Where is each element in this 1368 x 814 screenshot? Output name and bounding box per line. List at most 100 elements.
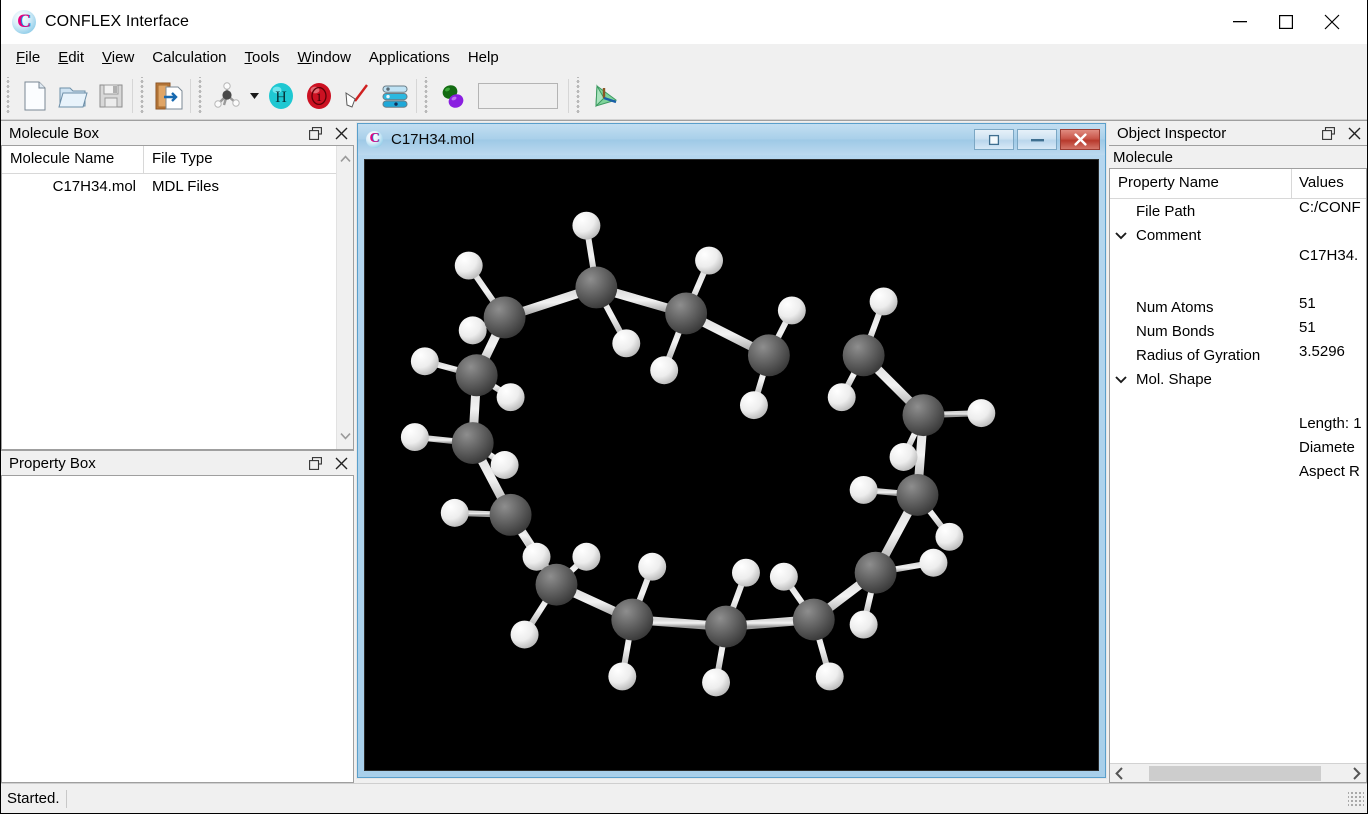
mdi-restore-button[interactable] bbox=[974, 129, 1014, 150]
mdi-close-button[interactable] bbox=[1060, 129, 1100, 150]
hydrogen-atom-icon[interactable]: H bbox=[262, 76, 300, 116]
coordinate-axes-icon[interactable] bbox=[586, 76, 624, 116]
molecule-3d-viewport[interactable] bbox=[364, 159, 1099, 771]
toolbar-text-input[interactable] bbox=[478, 82, 558, 109]
list-item[interactable]: File Path C:/CONF bbox=[1110, 199, 1366, 223]
property-box-float-button[interactable] bbox=[302, 451, 328, 475]
list-item[interactable] bbox=[1110, 271, 1366, 295]
list-item[interactable]: Radius of Gyration 3.5296 bbox=[1110, 343, 1366, 367]
molecule-box-panel: Molecule Box Molecule Name File Type C17… bbox=[1, 120, 354, 450]
mdi-child-window[interactable]: C C17H34.mol bbox=[357, 123, 1106, 778]
orbital-lobes-icon[interactable] bbox=[434, 76, 472, 116]
menu-help[interactable]: Help bbox=[459, 46, 508, 70]
property-label: Mol. Shape bbox=[1136, 370, 1212, 388]
menu-window[interactable]: Window bbox=[289, 46, 360, 70]
chevron-down-icon[interactable] bbox=[246, 76, 262, 116]
mdi-minimize-button[interactable] bbox=[1017, 129, 1057, 150]
molecule-box-close-button[interactable] bbox=[328, 121, 354, 145]
status-message: Started. bbox=[7, 790, 60, 807]
new-document-icon[interactable] bbox=[16, 76, 54, 116]
list-item[interactable]: Aspect R bbox=[1110, 463, 1366, 487]
object-inspector-close-button[interactable] bbox=[1341, 121, 1367, 145]
object-inspector-horizontal-scrollbar[interactable] bbox=[1110, 763, 1366, 782]
object-inspector-title: Object Inspector bbox=[1117, 124, 1227, 142]
property-box-close-button[interactable] bbox=[328, 451, 354, 475]
property-value: Aspect R bbox=[1299, 463, 1360, 480]
conflex-c-logo-icon: C bbox=[366, 131, 383, 148]
list-item[interactable]: Num Atoms 51 bbox=[1110, 295, 1366, 319]
scrollbar-thumb[interactable] bbox=[1149, 765, 1321, 781]
menu-view[interactable]: View bbox=[93, 46, 143, 70]
toolbar-grip-4[interactable] bbox=[422, 76, 431, 115]
menu-file[interactable]: File bbox=[7, 46, 49, 70]
molecule-box-title: Molecule Box bbox=[9, 124, 100, 142]
mdi-area: C C17H34.mol bbox=[354, 120, 1109, 783]
menu-applications[interactable]: Applications bbox=[360, 46, 459, 70]
cell-file-type: MDL Files bbox=[152, 178, 219, 195]
chevron-left-icon[interactable] bbox=[1110, 766, 1129, 780]
cell-molecule-name: C17H34.mol bbox=[52, 178, 136, 195]
property-value bbox=[1292, 367, 1366, 391]
mdi-title-bar[interactable]: C C17H34.mol bbox=[358, 124, 1105, 155]
molecule-box-vertical-scrollbar[interactable] bbox=[336, 146, 353, 449]
measure-bond-icon[interactable] bbox=[338, 76, 376, 116]
property-value: Length: 1 bbox=[1299, 415, 1362, 432]
list-item[interactable]: Diamete bbox=[1110, 439, 1366, 463]
molecule-tetrahedral-icon[interactable] bbox=[208, 76, 246, 116]
property-label: Num Atoms bbox=[1136, 298, 1214, 316]
menu-bar: File Edit View Calculation Tools Window … bbox=[1, 44, 1367, 72]
menu-edit[interactable]: Edit bbox=[49, 46, 93, 70]
column-header-property-name[interactable]: Property Name bbox=[1110, 169, 1292, 198]
formal-charge-icon[interactable]: 1 bbox=[300, 76, 338, 116]
molecule-table-header: Molecule Name File Type bbox=[2, 146, 336, 174]
property-box-panel: Property Box bbox=[1, 450, 354, 783]
menu-tools[interactable]: Tools bbox=[236, 46, 289, 70]
list-item[interactable]: Comment bbox=[1110, 223, 1366, 247]
molecule-box-float-button[interactable] bbox=[302, 121, 328, 145]
object-inspector-title-bar: Object Inspector bbox=[1109, 120, 1367, 146]
chevron-down-icon[interactable] bbox=[339, 427, 351, 445]
resize-grip-icon[interactable] bbox=[1348, 790, 1364, 807]
toolbar-grip[interactable] bbox=[4, 76, 13, 115]
property-value: C:/CONF bbox=[1299, 199, 1361, 216]
open-folder-icon[interactable] bbox=[54, 76, 92, 116]
list-item[interactable] bbox=[1110, 391, 1366, 415]
mdi-window-controls bbox=[974, 129, 1105, 150]
list-item[interactable]: C17H34. bbox=[1110, 247, 1366, 271]
object-inspector-float-button[interactable] bbox=[1315, 121, 1341, 145]
mdi-window-title: C17H34.mol bbox=[391, 131, 475, 148]
chevron-right-icon[interactable] bbox=[1347, 766, 1366, 780]
chevron-up-icon[interactable] bbox=[339, 150, 351, 168]
maximize-button[interactable] bbox=[1263, 0, 1309, 44]
list-item[interactable]: Length: 1 bbox=[1110, 415, 1366, 439]
close-button[interactable] bbox=[1309, 0, 1355, 44]
property-value bbox=[1292, 391, 1366, 415]
toolbar: H 1 bbox=[1, 72, 1367, 120]
list-item[interactable]: Num Bonds 51 bbox=[1110, 319, 1366, 343]
column-header-molecule-name[interactable]: Molecule Name bbox=[2, 146, 144, 173]
object-inspector-header: Property Name Values bbox=[1110, 169, 1366, 199]
left-dock: Molecule Box Molecule Name File Type C17… bbox=[1, 120, 354, 783]
column-header-values[interactable]: Values bbox=[1292, 169, 1366, 198]
toolbar-grip-5[interactable] bbox=[574, 76, 583, 115]
column-header-file-type[interactable]: File Type bbox=[144, 146, 336, 173]
chevron-down-icon[interactable] bbox=[1110, 231, 1132, 240]
property-box-body[interactable] bbox=[1, 476, 354, 783]
layers-stack-icon[interactable] bbox=[376, 76, 414, 116]
property-box-title-bar: Property Box bbox=[1, 450, 354, 476]
import-document-icon[interactable] bbox=[150, 76, 188, 116]
toolbar-grip-3[interactable] bbox=[196, 76, 205, 115]
svg-text:H: H bbox=[275, 89, 287, 106]
toolbar-grip-2[interactable] bbox=[138, 76, 147, 115]
menu-calculation[interactable]: Calculation bbox=[143, 46, 235, 70]
list-item[interactable]: Mol. Shape bbox=[1110, 367, 1366, 391]
floppy-save-icon[interactable] bbox=[92, 76, 130, 116]
property-value: 51 bbox=[1299, 319, 1316, 336]
minimize-button[interactable] bbox=[1217, 0, 1263, 44]
molecule-box-title-bar: Molecule Box bbox=[1, 120, 354, 146]
property-value bbox=[1292, 271, 1366, 295]
chevron-down-icon[interactable] bbox=[1110, 375, 1132, 384]
property-label: Radius of Gyration bbox=[1136, 346, 1261, 364]
table-row[interactable]: C17H34.mol MDL Files bbox=[2, 174, 336, 202]
molecule-box-body: Molecule Name File Type C17H34.mol MDL F… bbox=[1, 146, 354, 450]
